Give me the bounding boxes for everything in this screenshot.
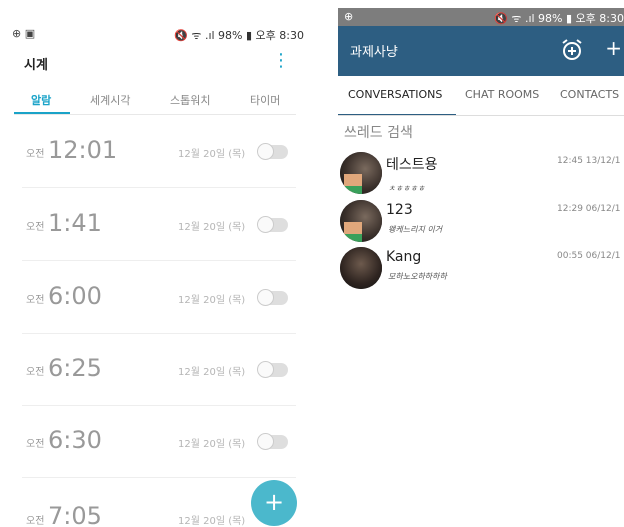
tab-bar: 알람 세계시각 스톱워치 타이머 — [0, 88, 312, 114]
divider — [338, 115, 624, 116]
clock-app-screen: ⊕ ▣ 🔇 ᯤ .ıl 98% ▮ 오후 8:30 시계 ⋮ 알람 세계시각 스… — [0, 0, 312, 527]
alarm-time: 6:00 — [48, 282, 102, 310]
alarm-ampm: 오전 — [26, 367, 45, 378]
conversation-name: Kang — [386, 249, 422, 265]
add-alarm-icon[interactable] — [560, 38, 584, 62]
alarm-toggle[interactable] — [257, 361, 288, 378]
page-title: 시계 — [24, 58, 48, 73]
toggle-knob — [257, 143, 274, 160]
alarm-ampm: 오전 — [26, 295, 45, 306]
toggle-knob — [257, 216, 274, 233]
add-icon[interactable]: + — [605, 38, 622, 58]
divider — [22, 260, 296, 261]
conversation-preview: 왱케느리지 이거 — [388, 225, 443, 234]
alarm-time: 7:05 — [48, 502, 102, 527]
conversation-item[interactable]: Kang 모하노오하하하하 00:55 06/12/1 — [338, 247, 624, 295]
tab-contacts[interactable]: CONTACTS — [560, 88, 619, 101]
app-title: 과제사냥 — [350, 45, 398, 60]
more-vert-icon[interactable]: ⋮ — [272, 52, 290, 70]
alarm-toggle[interactable] — [257, 433, 288, 450]
app-bar: 과제사냥 + — [338, 26, 624, 76]
toggle-knob — [257, 433, 274, 450]
add-alarm-button[interactable]: + — [251, 480, 297, 526]
conversation-name: 테스트용 — [386, 157, 438, 173]
avatar — [340, 200, 382, 242]
alarm-row[interactable]: 오전 6:25 12월 20일 (목) — [0, 334, 312, 406]
alarm-time: 6:30 — [48, 426, 102, 454]
conversation-time: 12:45 13/12/1 — [557, 156, 621, 166]
alarm-time: 1:41 — [48, 209, 102, 237]
alarm-row[interactable]: 오전 12:01 12월 20일 (목) — [0, 116, 312, 188]
alarm-date: 12월 20일 (목) — [178, 367, 246, 378]
tab-timer[interactable]: 타이머 — [250, 92, 280, 108]
conversation-time: 12:29 06/12/1 — [557, 204, 621, 214]
tab-conversations[interactable]: CONVERSATIONS — [348, 88, 442, 101]
alarm-ampm: 오전 — [26, 439, 45, 450]
alarm-date: 12월 20일 (목) — [178, 295, 246, 306]
conversation-preview: 모하노오하하하하 — [388, 272, 447, 281]
divider — [22, 187, 296, 188]
avatar — [340, 152, 382, 194]
avatar — [340, 247, 382, 289]
alarm-time: 6:25 — [48, 354, 102, 382]
conversation-item[interactable]: 123 왱케느리지 이거 12:29 06/12/1 — [338, 200, 624, 248]
status-right-info: 🔇 ᯤ .ıl 98% ▮ 오후 8:30 — [494, 12, 624, 25]
alarm-row[interactable]: 오전 6:30 12월 20일 (목) — [0, 406, 312, 478]
alarm-date: 12월 20일 (목) — [178, 149, 246, 160]
tab-chat-rooms[interactable]: CHAT ROOMS — [465, 88, 539, 101]
tab-world-clock[interactable]: 세계시각 — [90, 92, 130, 108]
alarm-toggle[interactable] — [257, 289, 288, 306]
chat-app-screen: ⊕ 🔇 ᯤ .ıl 98% ▮ 오후 8:30 과제사냥 + CONVERSAT… — [338, 0, 624, 527]
status-left-icons: ⊕ ▣ — [12, 27, 36, 40]
tab-stopwatch[interactable]: 스톱워치 — [170, 92, 210, 108]
alarm-time: 12:01 — [48, 136, 118, 164]
status-bar: ⊕ ▣ 🔇 ᯤ .ıl 98% ▮ 오후 8:30 — [0, 24, 312, 44]
alarm-date: 12월 20일 (목) — [178, 516, 246, 527]
alarm-row[interactable]: 오전 1:41 12월 20일 (목) — [0, 189, 312, 261]
status-bar: ⊕ 🔇 ᯤ .ıl 98% ▮ 오후 8:30 — [338, 8, 624, 26]
toggle-knob — [257, 361, 274, 378]
alarm-toggle[interactable] — [257, 143, 288, 160]
chat-tab-bar: CONVERSATIONS CHAT ROOMS CONTACTS — [338, 76, 624, 116]
conversation-item[interactable]: 테스트용 ㅊㅎㅎㅎㅎ 12:45 13/12/1 — [338, 152, 624, 200]
tab-alarm[interactable]: 알람 — [31, 92, 51, 108]
alarm-row[interactable]: 오전 6:00 12월 20일 (목) — [0, 262, 312, 334]
alarm-date: 12월 20일 (목) — [178, 439, 246, 450]
status-right-info: 🔇 ᯤ .ıl 98% ▮ 오후 8:30 — [174, 29, 304, 42]
alarm-ampm: 오전 — [26, 149, 45, 160]
status-left-icons: ⊕ — [344, 10, 354, 23]
alarm-date: 12월 20일 (목) — [178, 222, 246, 233]
alarm-toggle[interactable] — [257, 216, 288, 233]
alarm-ampm: 오전 — [26, 222, 45, 233]
toggle-knob — [257, 289, 274, 306]
alarm-ampm: 오전 — [26, 516, 45, 527]
divider — [14, 114, 296, 115]
conversation-time: 00:55 06/12/1 — [557, 251, 621, 261]
thread-search-input[interactable]: 쓰레드 검색 — [344, 122, 413, 142]
conversation-preview: ㅊㅎㅎㅎㅎ — [388, 184, 425, 193]
conversation-name: 123 — [386, 202, 413, 218]
